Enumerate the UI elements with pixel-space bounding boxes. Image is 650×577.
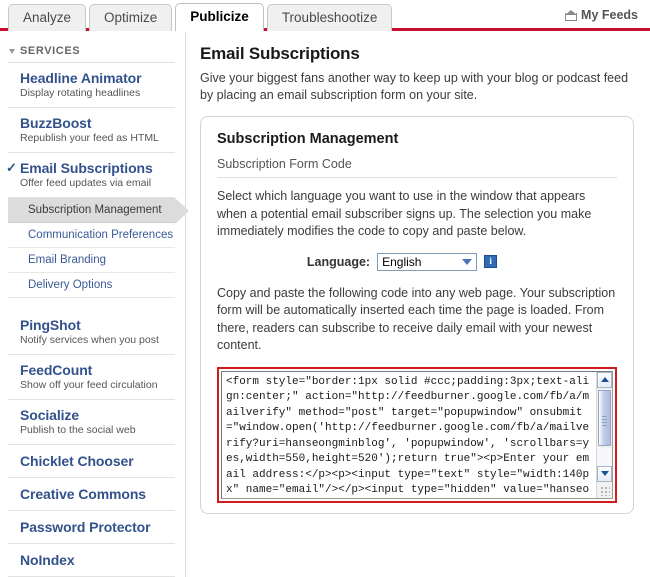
sidebar-item-title[interactable]: Creative Commons bbox=[20, 486, 175, 502]
check-icon: ✓ bbox=[6, 160, 17, 175]
scrollbar-grip-icon bbox=[602, 414, 607, 428]
sidebar-item-password-protector[interactable]: Password Protector bbox=[8, 511, 175, 544]
page-body: SERVICES Headline Animator Display rotat… bbox=[0, 32, 650, 577]
code-text[interactable]: <form style="border:1px solid #ccc;paddi… bbox=[222, 372, 596, 498]
sidebar-item-title[interactable]: Chicklet Chooser bbox=[20, 453, 175, 469]
card-subtitle: Subscription Form Code bbox=[217, 157, 617, 178]
language-label: Language: bbox=[306, 254, 371, 269]
sidebar-item-subtitle: Display rotating headlines bbox=[20, 87, 141, 99]
chevron-down-icon bbox=[462, 258, 473, 265]
sidebar-item-headline-animator[interactable]: Headline Animator Display rotating headl… bbox=[8, 63, 175, 108]
tab-publicize[interactable]: Publicize bbox=[175, 3, 264, 31]
code-annotation-box: <form style="border:1px solid #ccc;paddi… bbox=[217, 366, 617, 503]
tab-analyze[interactable]: Analyze bbox=[8, 4, 87, 31]
sidebar-item-subtitle: Republish your feed as HTML bbox=[20, 132, 159, 144]
my-feeds-link[interactable]: My Feeds bbox=[565, 8, 638, 22]
tab-list: Analyze Optimize Publicize Troubleshooti… bbox=[8, 3, 395, 31]
language-row: Language: English i bbox=[217, 252, 617, 271]
sidebar-item-buzzboost[interactable]: BuzzBoost Republish your feed as HTML bbox=[8, 108, 175, 153]
subscription-form-code-textarea[interactable]: <form style="border:1px solid #ccc;paddi… bbox=[221, 370, 613, 499]
arrow-down-icon bbox=[600, 471, 609, 476]
sidebar-section-label: SERVICES bbox=[20, 45, 81, 57]
sidebar-item-title[interactable]: BuzzBoost bbox=[20, 115, 175, 131]
home-icon bbox=[565, 9, 578, 21]
sidebar-item-title[interactable]: NoIndex bbox=[20, 552, 175, 568]
scrollbar-thumb[interactable] bbox=[598, 389, 611, 446]
page-description: Give your biggest fans another way to ke… bbox=[200, 71, 629, 102]
sidebar-item-title[interactable]: Password Protector bbox=[20, 519, 175, 535]
sidebar-item-title[interactable]: Email Subscriptions bbox=[20, 160, 175, 176]
sidebar-item-email-subscriptions[interactable]: ✓ Email Subscriptions Offer feed updates… bbox=[6, 153, 175, 198]
sidebar-item-noindex[interactable]: NoIndex bbox=[8, 544, 175, 577]
scroll-up-button[interactable] bbox=[597, 371, 612, 388]
sidebar-item-feedcount[interactable]: FeedCount Show off your feed circulation bbox=[8, 355, 175, 400]
sidebar-item-subscription-management[interactable]: Subscription Management bbox=[8, 198, 189, 224]
sidebar-section-header[interactable]: SERVICES bbox=[8, 42, 175, 63]
sidebar-item-title[interactable]: Headline Animator bbox=[20, 70, 175, 86]
sidebar-item-email-branding[interactable]: Email Branding bbox=[8, 248, 175, 273]
info-icon[interactable]: i bbox=[484, 255, 498, 268]
page-title: Email Subscriptions bbox=[200, 44, 360, 63]
scroll-down-button[interactable] bbox=[597, 465, 612, 482]
sidebar-item-creative-commons[interactable]: Creative Commons bbox=[8, 478, 175, 511]
sidebar-item-title[interactable]: Socialize bbox=[20, 407, 175, 423]
subscription-management-card: Subscription Management Subscription For… bbox=[200, 116, 634, 514]
sidebar-item-socialize[interactable]: Socialize Publish to the social web bbox=[8, 400, 175, 445]
main-content: Email Subscriptions Give your biggest fa… bbox=[186, 32, 650, 577]
sidebar-item-title[interactable]: FeedCount bbox=[20, 362, 175, 378]
scrollbar-track[interactable] bbox=[597, 447, 612, 466]
card-title: Subscription Management bbox=[217, 131, 399, 147]
top-tab-bar: Analyze Optimize Publicize Troubleshooti… bbox=[0, 0, 650, 32]
code-scrollbar[interactable] bbox=[596, 371, 612, 498]
sidebar-item-delivery-options[interactable]: Delivery Options bbox=[8, 273, 175, 298]
sidebar-item-communication-preferences[interactable]: Communication Preferences bbox=[8, 223, 175, 248]
card-paragraph-1: Select which language you want to use in… bbox=[217, 189, 592, 238]
sidebar-item-subtitle: Offer feed updates via email bbox=[20, 177, 152, 189]
sidebar: SERVICES Headline Animator Display rotat… bbox=[0, 32, 189, 577]
sidebar-item-subtitle: Notify services when you post bbox=[20, 334, 159, 346]
language-select[interactable]: English bbox=[377, 252, 478, 271]
sidebar-item-pingshot[interactable]: PingShot Notify services when you post bbox=[8, 310, 175, 355]
sidebar-item-chicklet-chooser[interactable]: Chicklet Chooser bbox=[8, 445, 175, 478]
chevron-down-icon bbox=[9, 49, 15, 54]
arrow-up-icon bbox=[600, 377, 609, 382]
tab-optimize[interactable]: Optimize bbox=[89, 4, 173, 31]
tab-troubleshootize[interactable]: Troubleshootize bbox=[266, 4, 393, 31]
language-select-value: English bbox=[382, 254, 422, 269]
sidebar-item-subtitle: Publish to the social web bbox=[20, 424, 136, 436]
sidebar-item-subtitle: Show off your feed circulation bbox=[20, 379, 158, 391]
resize-grip-icon[interactable] bbox=[597, 481, 612, 498]
card-paragraph-2: Copy and paste the following code into a… bbox=[217, 285, 616, 353]
sidebar-item-title[interactable]: PingShot bbox=[20, 317, 175, 333]
my-feeds-label: My Feeds bbox=[581, 8, 638, 22]
